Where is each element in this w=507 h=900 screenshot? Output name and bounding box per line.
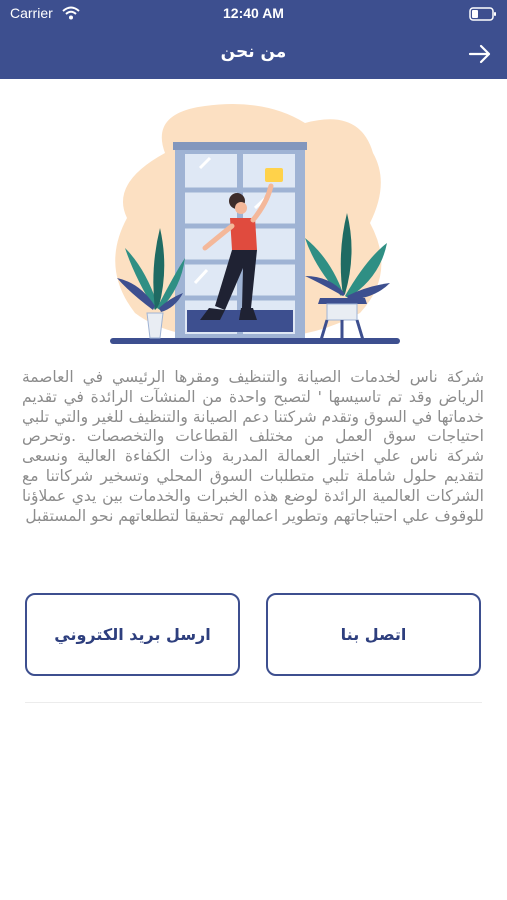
divider [25, 702, 482, 703]
woman-cleaning-window-illustration [110, 104, 400, 344]
nav-bar: من نحن [0, 28, 507, 79]
page-title: من نحن [220, 42, 287, 62]
contact-us-button[interactable]: اتصل بنا [266, 593, 481, 676]
status-time: 12:40 AM [223, 5, 284, 21]
send-email-button[interactable]: ارسل بريد الكتروني [25, 593, 240, 676]
about-text: شركة ناس لخدمات الصيانة والتنظيف ومقرها … [22, 368, 484, 525]
arrow-right-icon[interactable] [467, 41, 493, 67]
battery-icon [469, 6, 497, 25]
status-bar: Carrier 12:40 AM [0, 0, 507, 28]
